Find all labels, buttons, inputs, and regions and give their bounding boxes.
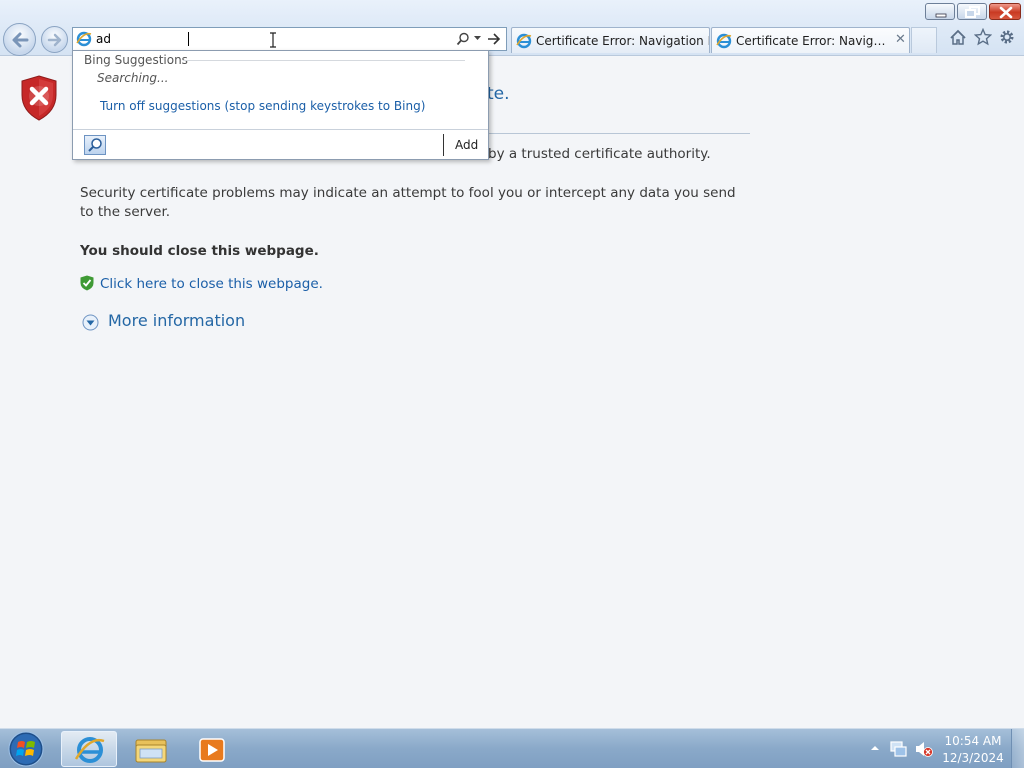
window-close-button[interactable] — [989, 3, 1021, 20]
ie-page-icon — [716, 33, 732, 49]
ie-page-icon — [516, 33, 532, 49]
search-suggestions-dropdown: Bing Suggestions Searching... Turn off s… — [72, 50, 489, 160]
security-warning-text: Security certificate problems may indica… — [80, 185, 736, 220]
taskbar: 10:54 AM 12/3/2024 — [0, 728, 1024, 768]
close-icon[interactable]: ✕ — [895, 32, 906, 47]
chevron-down-icon[interactable] — [474, 36, 482, 42]
header-divider — [183, 60, 465, 61]
go-arrow-icon[interactable] — [487, 32, 501, 46]
suggestions-header: Bing Suggestions — [84, 53, 188, 67]
text-caret — [188, 32, 189, 46]
home-icon[interactable] — [949, 29, 967, 46]
certificate-issuer-text: by a trusted certificate authority. — [488, 146, 711, 162]
close-webpage-link[interactable]: Click here to close this webpage. — [100, 276, 323, 292]
suggestions-status: Searching... — [97, 71, 169, 85]
new-tab-button[interactable] — [911, 27, 937, 53]
minimize-icon — [935, 13, 947, 18]
close-icon — [999, 6, 1013, 19]
media-player-icon — [199, 738, 225, 762]
show-hidden-icons-icon[interactable] — [870, 743, 880, 753]
divider — [443, 134, 444, 156]
search-provider-button[interactable] — [84, 135, 106, 155]
tab-certificate-error-2[interactable]: Certificate Error: Navigatio... ✕ — [711, 27, 910, 53]
clock-date[interactable]: 12/3/2024 — [942, 751, 1004, 765]
close-advice-text: You should close this webpage. — [80, 243, 319, 259]
address-bar[interactable] — [72, 27, 507, 51]
internet-explorer-icon — [74, 737, 105, 763]
more-information-link[interactable]: More information — [108, 311, 245, 330]
folder-icon — [135, 739, 167, 763]
green-shield-icon — [80, 275, 94, 291]
gear-icon[interactable] — [998, 28, 1016, 46]
star-icon[interactable] — [974, 28, 992, 46]
back-button[interactable] — [3, 23, 36, 56]
ie-page-icon — [76, 31, 92, 47]
minimize-button[interactable] — [925, 3, 955, 20]
clock-time[interactable]: 10:54 AM — [942, 734, 1004, 748]
search-icon[interactable] — [456, 32, 470, 46]
forward-arrow-icon — [47, 33, 62, 47]
restore-icon — [965, 6, 980, 18]
taskbar-windows-explorer[interactable] — [124, 731, 180, 767]
tab-certificate-error-1[interactable]: Certificate Error: Navigation Bl... — [511, 27, 710, 53]
turn-off-suggestions-link[interactable]: Turn off suggestions (stop sending keyst… — [100, 99, 425, 113]
taskbar-windows-media-player[interactable] — [184, 731, 240, 767]
network-icon[interactable] — [889, 740, 907, 758]
browser-toolbar: Certificate Error: Navigation Bl... Cert… — [0, 0, 1024, 56]
back-arrow-icon — [12, 32, 29, 48]
search-icon — [88, 138, 102, 152]
ibeam-cursor-icon — [270, 32, 276, 48]
show-desktop-button[interactable] — [1011, 729, 1024, 768]
volume-muted-icon[interactable] — [914, 740, 934, 758]
page-heading: te. — [487, 84, 510, 104]
security-error-shield-icon — [21, 75, 57, 121]
restore-button[interactable] — [957, 3, 987, 20]
start-button[interactable] — [4, 730, 48, 768]
tab-label: Certificate Error: Navigatio... — [736, 34, 888, 48]
suggestions-footer: Add — [73, 129, 488, 159]
expand-circle-icon[interactable] — [82, 314, 99, 331]
taskbar-internet-explorer[interactable] — [61, 731, 117, 767]
forward-button[interactable] — [41, 26, 68, 53]
add-search-provider-button[interactable]: Add — [455, 138, 478, 152]
tab-label: Certificate Error: Navigation Bl... — [536, 34, 709, 48]
